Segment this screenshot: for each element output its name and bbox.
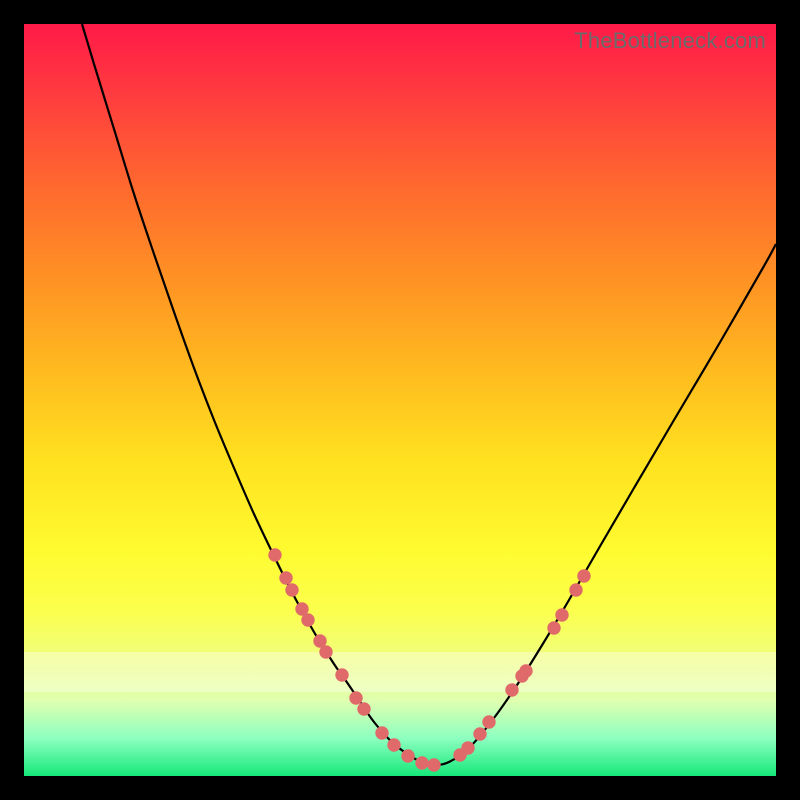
data-point-marker: [314, 635, 326, 647]
data-point-marker: [474, 728, 486, 740]
data-point-marker: [548, 622, 560, 634]
data-point-marker: [350, 692, 362, 704]
watermark-text: TheBottleneck.com: [574, 28, 766, 54]
data-point-marker: [428, 759, 440, 771]
data-point-marker: [286, 584, 298, 596]
data-point-marker: [320, 646, 332, 658]
plot-area: TheBottleneck.com: [24, 24, 776, 776]
data-point-marker: [520, 665, 532, 677]
data-point-marker: [302, 614, 314, 626]
data-point-marker: [388, 739, 400, 751]
bottleneck-curve: [82, 24, 776, 765]
data-point-marker: [578, 570, 590, 582]
data-point-marker: [483, 716, 495, 728]
data-point-marker: [402, 750, 414, 762]
data-point-marker: [416, 757, 428, 769]
data-point-marker: [376, 727, 388, 739]
data-point-marker: [358, 703, 370, 715]
data-point-marker: [280, 572, 292, 584]
data-point-marker: [506, 684, 518, 696]
marker-group: [269, 549, 590, 771]
data-point-marker: [462, 742, 474, 754]
data-point-marker: [336, 669, 348, 681]
data-point-marker: [570, 584, 582, 596]
data-point-marker: [296, 603, 308, 615]
curve-layer: [24, 24, 776, 776]
data-point-marker: [269, 549, 281, 561]
data-point-marker: [556, 609, 568, 621]
